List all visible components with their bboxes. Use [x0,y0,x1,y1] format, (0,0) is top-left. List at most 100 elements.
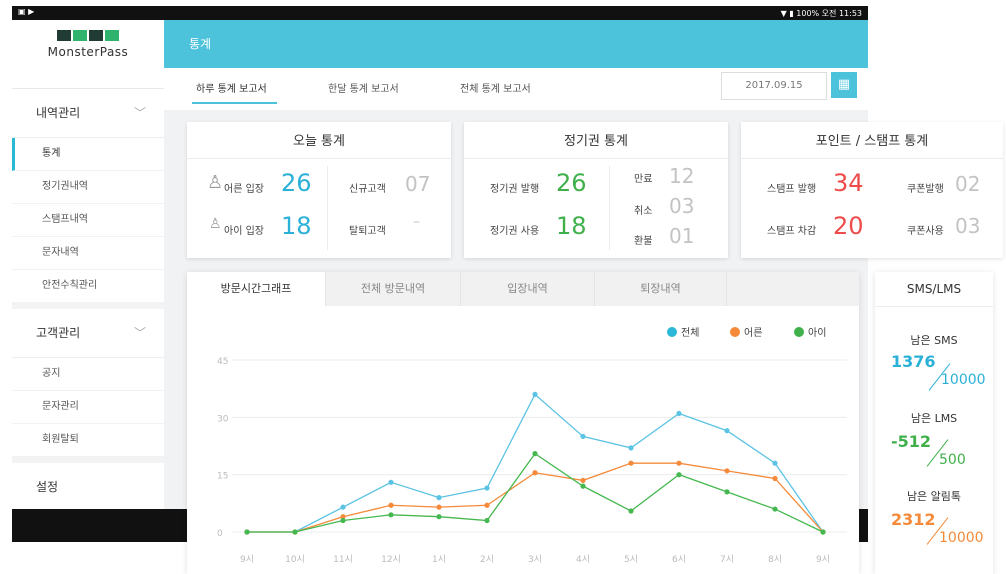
x-tick-label: 11시 [333,554,353,565]
sidebar-item-withdraw[interactable]: 회원탈퇴 [12,424,164,457]
data-point [580,433,586,440]
calendar-icon[interactable]: ▦ [831,72,857,98]
remaining-talk-label: 남은 알림톡 [906,490,962,503]
data-point [772,460,778,466]
x-tick-label: 2시 [480,554,494,565]
sms-total-value: 10000 [941,372,986,388]
logo-text: MonsterPass [47,45,129,59]
data-point [340,517,346,524]
remaining-lms-label: 남은 LMS [910,412,958,425]
x-tick-label: 5시 [624,554,638,565]
sidebar-item-notice[interactable]: 공지 [12,358,164,391]
adult-entry-label: 어른 입장 [224,184,264,195]
sidebar-item-message-admin[interactable]: 문자관리 [12,391,164,424]
data-point [724,468,730,474]
date-field[interactable]: 2017.09.15 [721,72,827,100]
talk-total-value: 10000 [939,530,984,546]
data-point [772,475,778,482]
logo-mark [12,30,164,41]
cancel-value: 03 [669,194,695,218]
remaining-sms-label: 남은 SMS [910,334,958,347]
sidebar-item-messages[interactable]: 문자내역 [12,237,164,270]
data-point [436,514,442,520]
data-point [532,451,538,457]
x-tick-label: 12시 [381,554,401,565]
lms-total-value: 500 [939,452,966,468]
adult-entry-value: 26 [281,169,312,197]
data-point [340,504,346,510]
tab-monthly-report[interactable]: 한달 통계 보고서 [328,80,399,95]
quit-customer-label: 탈퇴고객 [349,226,386,237]
logo: MonsterPass [12,30,164,89]
child-entry-value: 18 [281,212,312,240]
sidebar-item-stamps[interactable]: 스탬프내역 [12,204,164,237]
x-tick-label: 4시 [576,554,590,565]
child-icon: ♙ [209,216,222,232]
sidebar-item-safety-rules[interactable]: 안전수칙관리 [12,270,164,303]
quit-customer-value: – [413,214,420,230]
expire-label: 만료 [634,174,653,185]
data-point [388,502,394,508]
sidebar-group-customers[interactable]: 고객관리 ﹀ [12,309,164,358]
y-tick-label: 15 [217,472,228,482]
sidebar-group-history[interactable]: 내역관리 ﹀ [12,89,164,138]
y-tick-label: 0 [217,529,223,539]
stamp-issue-value: 34 [833,169,864,197]
today-stats-card: 오늘 통계 ♙ 어른 입장 26 ♙ 아이 입장 18 신규고객 07 탈퇴고객… [187,122,451,258]
sidebar-group-label: 내역관리 [36,106,81,120]
page-title: 통계 [189,37,212,51]
data-point [436,504,442,510]
data-point [484,517,490,524]
refund-label: 환불 [634,236,653,247]
data-point [484,485,490,491]
coupon-use-value: 03 [955,214,981,238]
data-point [628,508,634,514]
data-point [676,410,682,417]
data-point [532,470,538,476]
remaining-sms-value: 1376 [891,352,936,371]
new-customer-label: 신규고객 [349,184,386,195]
x-tick-label: 1시 [432,554,446,565]
sms-lms-panel: SMS/LMS 남은 SMS 1376 10000 남은 LMS -512 50… [875,272,993,574]
status-bar: ▣ ▶ ▼ ▮ 100% 오전 11:53 [12,6,868,20]
sidebar-group-settings[interactable]: 설정 [12,463,164,512]
y-tick-label: 45 [217,357,228,367]
sidebar-group-label: 고객관리 [36,326,81,340]
chevron-down-icon: ﹀ [133,106,146,120]
data-point [532,391,538,397]
sms-panel-title: SMS/LMS [875,272,993,307]
data-point [628,460,634,466]
tab-total-report[interactable]: 전체 통계 보고서 [460,80,531,95]
data-point [724,489,730,495]
data-point [388,512,394,518]
data-point [436,495,442,501]
series-line-0 [247,393,824,533]
data-point [724,428,730,434]
card-title: 오늘 통계 [293,134,345,149]
cancel-label: 취소 [634,206,653,217]
pass-issue-value: 26 [556,169,587,197]
tab-daily-report[interactable]: 하루 통계 보고서 [192,80,277,104]
stamp-deduct-value: 20 [833,212,864,240]
card-title: 정기권 통계 [564,134,628,149]
x-tick-label: 6시 [672,554,686,565]
child-entry-label: 아이 입장 [224,226,264,237]
coupon-use-label: 쿠폰사용 [907,226,944,237]
sidebar-item-season-pass[interactable]: 정기권내역 [12,171,164,204]
pass-use-value: 18 [556,212,587,240]
card-title: 포인트 / 스탬프 통계 [815,134,929,149]
line-chart: 45 30 15 0 9시 10시 11시 12시 1시 2시 3시 4시 5시 6시 7시 8시 9시 [217,357,847,565]
x-tick-label: 9시 [816,554,830,565]
data-point [628,445,634,451]
x-tick-label: 7시 [720,554,734,565]
expire-value: 12 [669,164,695,188]
sidebar-item-stats[interactable]: 통계 [12,138,164,171]
report-tabs: 하루 통계 보고서 한달 통계 보고서 전체 통계 보고서 2017.09.15… [164,68,868,111]
status-info-right: ▼ ▮ 100% 오전 11:53 [780,9,862,18]
data-point [580,477,586,483]
remaining-lms-value: -512 [891,432,932,451]
season-pass-card: 정기권 통계 정기권 발행 26 정기권 사용 18 만료 12 취소 03 환… [464,122,728,258]
data-point [676,460,682,466]
adult-icon: ♙ [207,172,224,193]
data-point [388,479,394,485]
